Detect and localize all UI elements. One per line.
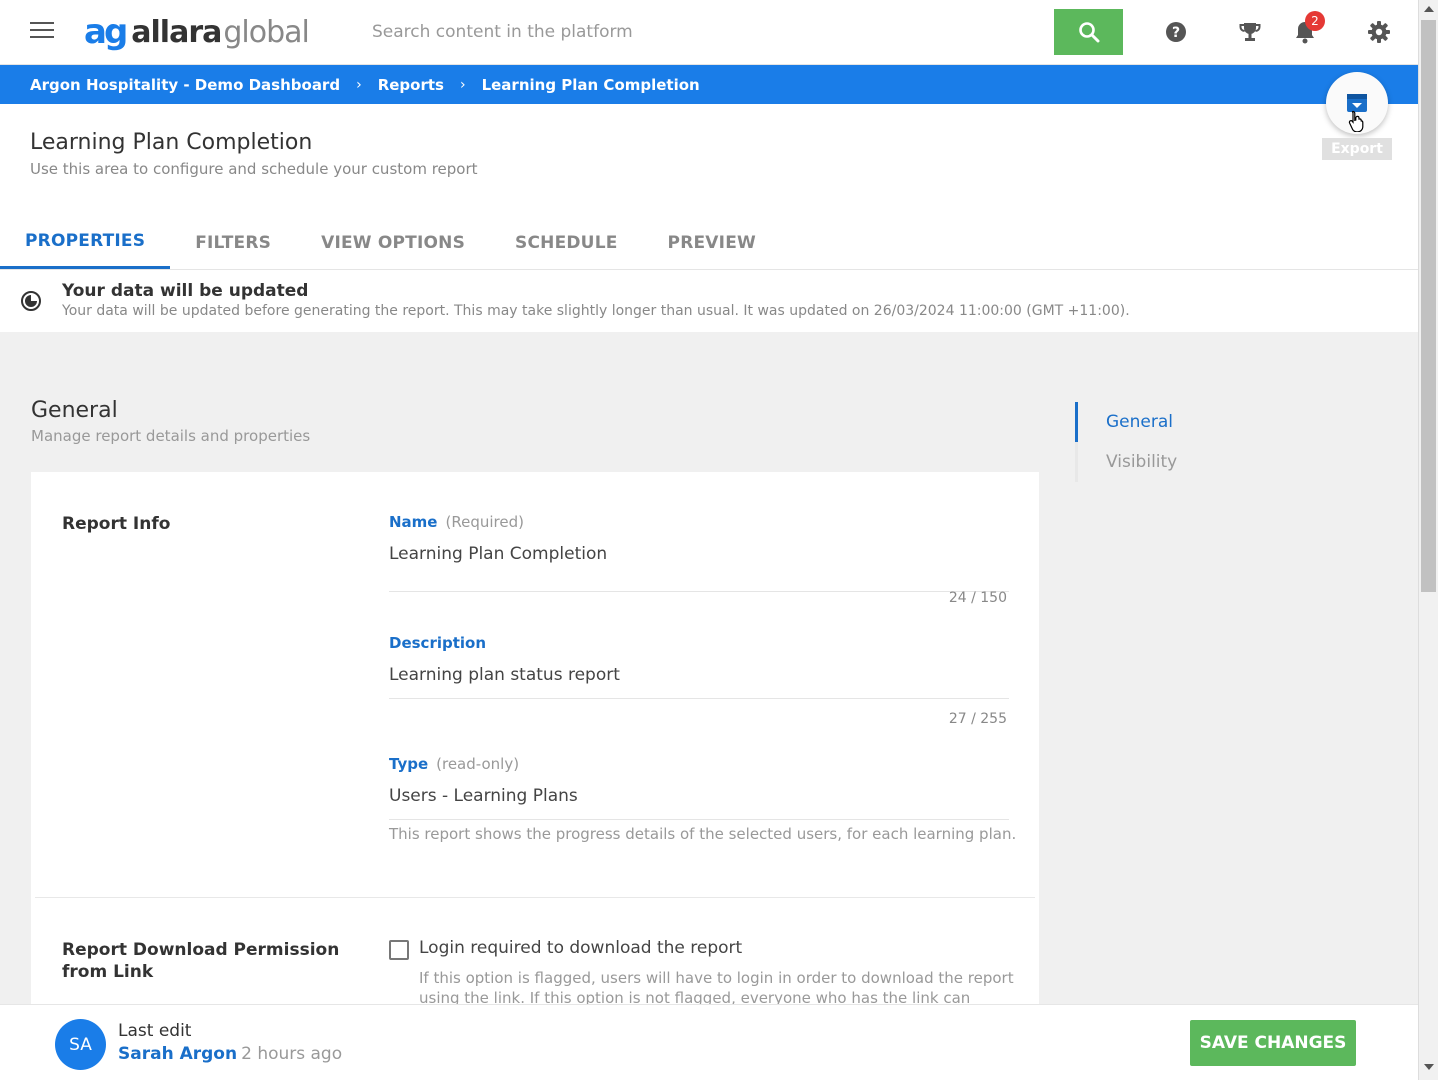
- type-label: Type (read-only): [389, 755, 519, 773]
- editor-name-link[interactable]: Sarah Argon: [118, 1044, 237, 1064]
- report-info-label: Report Info: [62, 514, 171, 534]
- help-button[interactable]: ?: [1164, 20, 1188, 44]
- tab-preview[interactable]: PREVIEW: [643, 216, 781, 269]
- notification-badge: 2: [1305, 11, 1325, 31]
- section-nav-general[interactable]: General: [1075, 402, 1275, 442]
- name-label: Name (Required): [389, 513, 524, 531]
- description-label: Description: [389, 634, 487, 652]
- section-subtitle: Manage report details and properties: [31, 427, 311, 445]
- login-required-checkbox[interactable]: [389, 940, 409, 960]
- top-bar: ag allara global ? 2: [0, 0, 1418, 65]
- last-editor: Sarah Argon 2 hours ago: [118, 1044, 342, 1064]
- edit-time: 2 hours ago: [241, 1044, 343, 1064]
- hand-cursor-icon: [1348, 110, 1364, 132]
- breadcrumb: Argon Hospitality - Demo Dashboard › Rep…: [0, 65, 1418, 104]
- breadcrumb-dashboard[interactable]: Argon Hospitality - Demo Dashboard: [30, 76, 340, 94]
- svg-text:?: ?: [1172, 25, 1180, 41]
- menu-icon[interactable]: [30, 22, 54, 42]
- name-field[interactable]: Learning Plan Completion: [389, 544, 1009, 592]
- notice-text: Your data will be updated before generat…: [62, 303, 1130, 319]
- notifications-button[interactable]: 2: [1293, 11, 1325, 44]
- name-label-text: Name: [389, 513, 438, 531]
- logo-word-allara: allara: [131, 14, 222, 50]
- tab-view-options[interactable]: VIEW OPTIONS: [296, 216, 490, 269]
- gear-icon: [1368, 21, 1390, 43]
- tab-filters[interactable]: FILTERS: [170, 216, 296, 269]
- description-field[interactable]: Learning plan status report: [389, 665, 1009, 699]
- allara-global-logo[interactable]: ag allara global: [84, 10, 310, 54]
- section-title: General: [31, 398, 118, 423]
- progress-clock-icon: [21, 291, 41, 311]
- type-description: This report shows the progress details o…: [389, 825, 1017, 843]
- section-nav-visibility[interactable]: Visibility: [1075, 442, 1275, 482]
- login-required-label[interactable]: Login required to download the report: [419, 938, 742, 958]
- export-button[interactable]: [1326, 72, 1388, 134]
- name-required-hint: (Required): [445, 513, 524, 531]
- scroll-up-arrow-icon[interactable]: [1424, 6, 1434, 12]
- page-title: Learning Plan Completion: [30, 130, 313, 155]
- scroll-thumb[interactable]: [1421, 20, 1436, 592]
- notice-title: Your data will be updated: [62, 281, 309, 301]
- breadcrumb-reports[interactable]: Reports: [378, 76, 444, 94]
- save-changes-button[interactable]: SAVE CHANGES: [1190, 1020, 1356, 1066]
- login-required-description: If this option is flagged, users will ha…: [419, 969, 1014, 1007]
- download-permission-label: Report Download Permission from Link: [62, 940, 340, 982]
- search-bar: [352, 9, 1123, 55]
- breadcrumb-current: Learning Plan Completion: [481, 75, 700, 94]
- card-divider: [35, 897, 1035, 898]
- tab-schedule[interactable]: SCHEDULE: [490, 216, 643, 269]
- logo-word-global: global: [223, 14, 309, 50]
- description-char-counter: 27 / 255: [948, 711, 1007, 727]
- page-header: Learning Plan Completion Use this area t…: [0, 72, 1418, 270]
- achievements-button[interactable]: [1238, 20, 1262, 44]
- section-nav: General Visibility: [1075, 402, 1275, 482]
- name-char-counter: 24 / 150: [948, 590, 1007, 606]
- type-readonly-hint: (read-only): [436, 755, 520, 773]
- scrollbar[interactable]: [1418, 0, 1438, 1080]
- logo-mark: ag: [84, 12, 128, 52]
- general-card: Report Info Name (Required) Learning Plan…: [31, 472, 1039, 1012]
- chevron-right-icon: ›: [459, 76, 466, 93]
- search-icon: [1078, 22, 1099, 43]
- export-tooltip: Export: [1322, 138, 1392, 160]
- settings-button[interactable]: [1367, 20, 1391, 44]
- type-label-text: Type: [389, 755, 429, 773]
- avatar: SA: [55, 1019, 106, 1070]
- footer-bar: SA Last edit Sarah Argon 2 hours ago SAVE…: [0, 1004, 1418, 1080]
- last-edit-label: Last edit: [118, 1021, 192, 1041]
- search-input[interactable]: [352, 9, 1054, 55]
- tab-properties[interactable]: PROPERTIES: [0, 216, 171, 269]
- trophy-icon: [1239, 23, 1261, 41]
- tab-bar: PROPERTIES FILTERS VIEW OPTIONS SCHEDULE…: [0, 216, 781, 269]
- type-field: Users - Learning Plans: [389, 786, 1009, 820]
- page-subtitle: Use this area to configure and schedule …: [30, 160, 478, 178]
- data-update-notice: Your data will be updated Your data will…: [0, 270, 1418, 332]
- chevron-right-icon: ›: [356, 76, 362, 93]
- help-icon: ?: [1166, 22, 1186, 42]
- scroll-down-arrow-icon[interactable]: [1424, 1064, 1434, 1070]
- search-button[interactable]: [1054, 9, 1123, 55]
